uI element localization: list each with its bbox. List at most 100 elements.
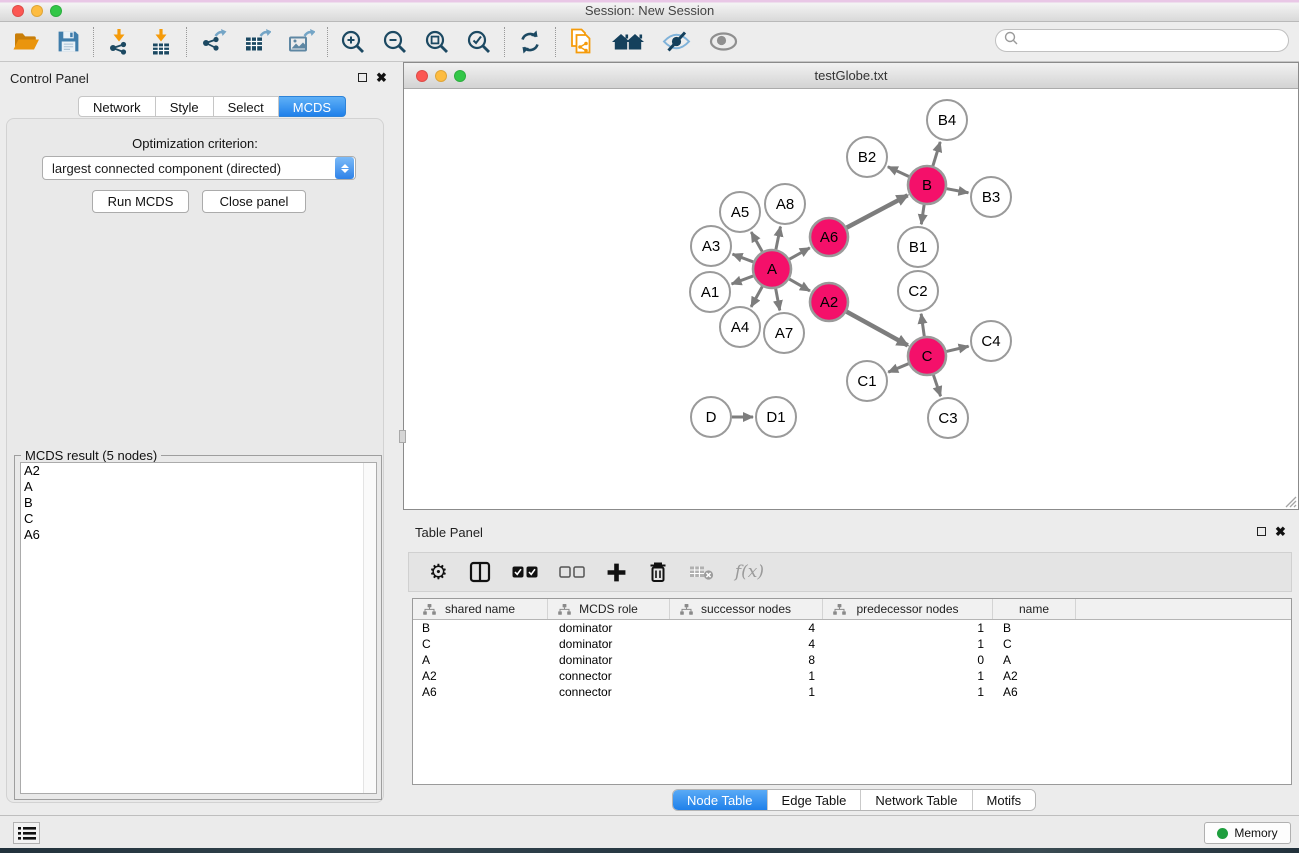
show-all-networks-icon[interactable] [611, 30, 645, 54]
edge-A-A6[interactable] [789, 248, 809, 259]
tab-select[interactable]: Select [214, 96, 279, 117]
table-cell[interactable]: A [413, 653, 548, 667]
float-panel-icon[interactable] [358, 73, 367, 82]
clone-network-icon[interactable] [568, 27, 595, 56]
network-window-titlebar[interactable]: testGlobe.txt [404, 63, 1298, 89]
tab-mcds[interactable]: MCDS [279, 96, 346, 117]
run-mcds-button[interactable]: Run MCDS [92, 190, 189, 213]
open-file-icon[interactable] [12, 29, 40, 55]
table-cell[interactable]: dominator [548, 621, 670, 635]
table-row[interactable]: A2connector11A2 [413, 668, 1291, 684]
table-cell[interactable]: 0 [823, 653, 993, 667]
table-cell[interactable]: A6 [993, 685, 1076, 699]
search-input[interactable] [1023, 34, 1273, 48]
close-window-button[interactable] [12, 5, 24, 17]
table-cell[interactable]: C [413, 637, 548, 651]
table-cell[interactable]: 1 [670, 669, 823, 683]
table-cell[interactable]: B [993, 621, 1076, 635]
tab-network[interactable]: Network [78, 96, 156, 117]
edge-A6-B[interactable] [847, 195, 908, 227]
table-row[interactable]: A6connector11A6 [413, 684, 1291, 700]
criterion-dropdown[interactable]: largest connected component (directed) [42, 156, 356, 180]
table-cell[interactable]: 4 [670, 621, 823, 635]
zoom-in-icon[interactable] [340, 29, 366, 55]
tab-node-table[interactable]: Node Table [673, 790, 767, 810]
mcds-result-item[interactable]: A6 [21, 527, 376, 543]
table-cell[interactable]: 1 [823, 637, 993, 651]
column-header-name[interactable]: name [993, 599, 1076, 619]
network-close-button[interactable] [416, 70, 428, 82]
edge-C-C2[interactable] [921, 314, 924, 336]
table-cell[interactable]: 1 [823, 685, 993, 699]
refresh-icon[interactable] [517, 29, 543, 55]
show-graphics-details-icon[interactable] [708, 30, 739, 53]
table-cell[interactable]: 4 [670, 637, 823, 651]
edge-B-B4[interactable] [933, 142, 940, 166]
delete-columns-icon[interactable] [648, 561, 668, 583]
mcds-result-item[interactable]: A2 [21, 463, 376, 479]
mcds-list-scrollbar[interactable] [363, 463, 376, 793]
hide-graphics-details-icon[interactable] [661, 29, 692, 54]
close-panel-button[interactable]: Close panel [202, 190, 306, 213]
zoom-fit-icon[interactable] [424, 29, 450, 55]
dropdown-stepper-icon[interactable] [335, 157, 354, 179]
table-close-panel-icon[interactable]: ✖ [1275, 527, 1286, 536]
column-header-successor-nodes[interactable]: successor nodes [670, 599, 823, 619]
zoom-selected-icon[interactable] [466, 29, 492, 55]
select-all-checkboxes-icon[interactable] [512, 566, 538, 578]
edge-C-C3[interactable] [933, 375, 940, 396]
edge-A-A5[interactable] [751, 232, 762, 252]
function-builder-icon[interactable]: f(x) [735, 562, 764, 582]
table-row[interactable]: Bdominator41B [413, 620, 1291, 636]
search-box[interactable] [995, 29, 1289, 52]
mcds-result-item[interactable]: C [21, 511, 376, 527]
tab-motifs[interactable]: Motifs [972, 790, 1036, 810]
import-network-icon[interactable] [106, 28, 132, 56]
table-cell[interactable]: 1 [823, 669, 993, 683]
network-zoom-button[interactable] [454, 70, 466, 82]
minimize-window-button[interactable] [31, 5, 43, 17]
table-cell[interactable]: connector [548, 685, 670, 699]
edge-A-A3[interactable] [733, 254, 754, 262]
show-columns-icon[interactable] [469, 561, 491, 583]
tab-network-table[interactable]: Network Table [860, 790, 971, 810]
export-table-icon[interactable] [243, 28, 271, 55]
edge-A-A7[interactable] [776, 289, 780, 311]
add-column-icon[interactable] [606, 562, 627, 583]
edge-B-B3[interactable] [947, 189, 969, 193]
table-cell[interactable]: B [413, 621, 548, 635]
table-float-panel-icon[interactable] [1257, 527, 1266, 536]
table-row[interactable]: Cdominator41C [413, 636, 1291, 652]
table-cell[interactable]: 1 [670, 685, 823, 699]
mcds-result-list[interactable]: A2ABCA6 [20, 462, 377, 794]
mcds-result-item[interactable]: A [21, 479, 376, 495]
column-header-predecessor-nodes[interactable]: predecessor nodes [823, 599, 993, 619]
table-cell[interactable]: dominator [548, 653, 670, 667]
panel-splitter-handle[interactable] [399, 430, 406, 443]
table-cell[interactable]: 1 [823, 621, 993, 635]
column-header-shared-name[interactable]: shared name [413, 599, 548, 619]
settings-gear-icon[interactable]: ⚙ [429, 560, 448, 585]
export-network-icon[interactable] [199, 28, 227, 55]
table-cell[interactable]: 8 [670, 653, 823, 667]
show-panels-list-button[interactable] [13, 822, 40, 844]
save-session-icon[interactable] [56, 29, 81, 54]
table-cell[interactable]: C [993, 637, 1076, 651]
tab-style[interactable]: Style [156, 96, 214, 117]
import-table-icon[interactable] [148, 28, 174, 56]
edge-B-B2[interactable] [888, 167, 909, 177]
tab-edge-table[interactable]: Edge Table [767, 790, 861, 810]
table-cell[interactable]: dominator [548, 637, 670, 651]
column-header-MCDS-role[interactable]: MCDS role [548, 599, 670, 619]
memory-button[interactable]: Memory [1204, 822, 1291, 844]
edge-B-B1[interactable] [921, 205, 924, 224]
table-cell[interactable]: A6 [413, 685, 548, 699]
table-row[interactable]: Adominator80A [413, 652, 1291, 668]
network-canvas[interactable]: B4B2BB3A5A8A6B1A3AC2A1A2A4A7C4CC1C3DD1 [404, 89, 1298, 509]
table-cell[interactable]: A2 [413, 669, 548, 683]
edge-A-A1[interactable] [732, 276, 754, 284]
close-panel-icon[interactable]: ✖ [376, 73, 387, 82]
export-image-icon[interactable] [287, 28, 315, 55]
edge-A2-C[interactable] [847, 312, 908, 346]
node-table[interactable]: shared nameMCDS rolesuccessor nodesprede… [412, 598, 1292, 785]
